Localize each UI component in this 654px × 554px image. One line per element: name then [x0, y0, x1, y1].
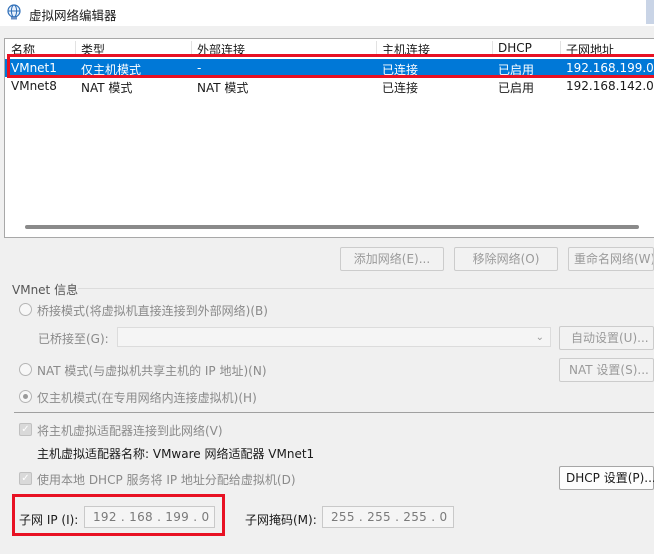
cell-subnet: 192.168.142.0 — [566, 79, 654, 93]
cell-type: 仅主机模式 — [81, 63, 142, 77]
column-separator — [376, 41, 377, 55]
add-network-button[interactable]: 添加网络(E)... — [340, 247, 444, 271]
cell-type: NAT 模式 — [81, 81, 133, 95]
cell-external: NAT 模式 — [197, 81, 249, 95]
bridged-to-label: 已桥接至(G): — [38, 332, 109, 346]
horizontal-scrollbar[interactable] — [25, 225, 639, 229]
globe-network-icon — [7, 4, 21, 20]
column-separator — [75, 41, 76, 55]
nat-settings-button[interactable]: NAT 设置(S)... — [559, 358, 654, 382]
bridged-to-select[interactable]: ⌄ — [117, 327, 551, 347]
vmnet-info-group-label: VMnet 信息 — [12, 283, 79, 297]
list-header: 名称 类型 外部连接 主机连接 DHCP 子网地址 — [5, 39, 654, 57]
section-divider — [14, 412, 654, 413]
hostonly-mode-label: 仅主机模式(在专用网络内连接虚拟机)(H) — [37, 391, 257, 405]
column-header-name[interactable]: 名称 — [11, 41, 35, 58]
chevron-down-icon: ⌄ — [535, 332, 544, 343]
cell-name: VMnet8 — [11, 79, 57, 93]
connect-adapter-checkbox[interactable]: ✓ — [19, 423, 32, 436]
column-header-type[interactable]: 类型 — [81, 41, 105, 58]
hostonly-mode-radio[interactable] — [19, 390, 32, 403]
table-row[interactable]: VMnet1 仅主机模式 - 已连接 已启用 192.168.199.0 — [5, 59, 654, 77]
column-header-dhcp[interactable]: DHCP — [498, 41, 532, 55]
connect-adapter-label: 将主机虚拟适配器连接到此网络(V) — [37, 424, 223, 438]
use-dhcp-label: 使用本地 DHCP 服务将 IP 地址分配给虚拟机(D) — [37, 473, 296, 487]
nat-mode-radio[interactable] — [19, 363, 32, 376]
checkmark-icon: ✓ — [21, 424, 30, 435]
column-header-host[interactable]: 主机连接 — [382, 41, 430, 58]
cell-host: 已连接 — [382, 63, 419, 77]
cell-dhcp: 已启用 — [498, 63, 535, 77]
cell-name: VMnet1 — [11, 61, 57, 75]
remove-network-button[interactable]: 移除网络(O) — [454, 247, 558, 271]
bridged-mode-radio[interactable] — [19, 303, 32, 316]
adapter-name-label: 主机虚拟适配器名称: VMware 网络适配器 VMnet1 — [37, 447, 315, 461]
subnet-ip-label: 子网 IP (I): — [19, 513, 79, 527]
group-divider — [78, 288, 654, 289]
cell-subnet: 192.168.199.0 — [566, 61, 654, 75]
dhcp-settings-button[interactable]: DHCP 设置(P)... — [559, 466, 654, 490]
subnet-mask-label: 子网掩码(M): — [245, 513, 317, 527]
column-separator — [191, 41, 192, 55]
window-title: 虚拟网络编辑器 — [29, 8, 117, 23]
auto-settings-button[interactable]: 自动设置(U)... — [559, 326, 654, 350]
bridged-mode-label: 桥接模式(将虚拟机直接连接到外部网络)(B) — [37, 304, 268, 318]
subnet-ip-input[interactable]: 192 . 168 . 199 . 0 — [84, 506, 215, 528]
title-bar: 虚拟网络编辑器 — [0, 0, 654, 26]
cell-dhcp: 已启用 — [498, 81, 535, 95]
rename-network-button[interactable]: 重命名网络(W)... — [568, 247, 654, 271]
checkmark-icon: ✓ — [21, 473, 30, 484]
column-header-external[interactable]: 外部连接 — [197, 41, 245, 58]
table-row[interactable]: VMnet8 NAT 模式 NAT 模式 已连接 已启用 192.168.142… — [5, 77, 654, 95]
cell-external: - — [197, 61, 202, 75]
subnet-mask-input[interactable]: 255 . 255 . 255 . 0 — [322, 506, 454, 528]
use-dhcp-checkbox[interactable]: ✓ — [19, 472, 32, 485]
title-bar-edge — [646, 0, 654, 24]
column-separator — [560, 41, 561, 55]
network-list[interactable]: 名称 类型 外部连接 主机连接 DHCP 子网地址 VMnet1 仅主机模式 -… — [4, 38, 654, 238]
cell-host: 已连接 — [382, 81, 419, 95]
nat-mode-label: NAT 模式(与虚拟机共享主机的 IP 地址)(N) — [37, 364, 267, 378]
column-separator — [492, 41, 493, 55]
column-header-subnet[interactable]: 子网地址 — [566, 41, 614, 58]
